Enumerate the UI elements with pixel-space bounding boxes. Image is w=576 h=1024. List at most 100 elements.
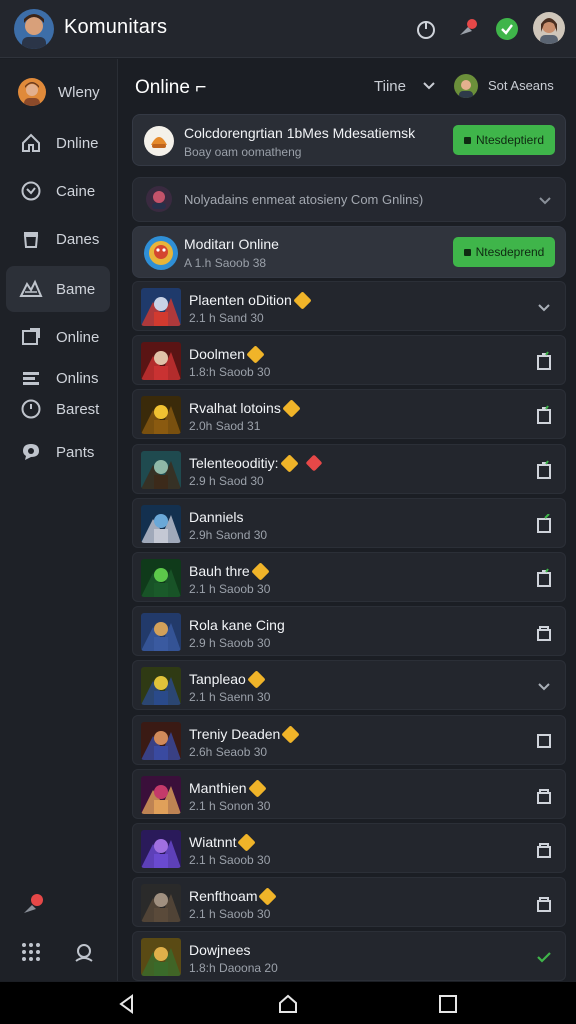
game-row[interactable]: Bauh thre 2.1 h Saoob 30	[132, 552, 566, 602]
chevron-down-icon[interactable]	[533, 296, 555, 318]
gem-icon	[247, 778, 267, 798]
back-icon[interactable]	[116, 993, 138, 1015]
featured-action-label: Ntesdeptierd	[475, 133, 545, 147]
game-name-wrap: Treniy Deaden	[189, 724, 301, 744]
sidebar-avatar	[18, 78, 46, 106]
highlight-action-button[interactable]: Ntesdeprend	[453, 237, 555, 267]
timer-icon	[18, 396, 44, 422]
chevron-down-icon[interactable]	[421, 77, 437, 98]
notification-pin-icon[interactable]	[20, 891, 46, 922]
lock-icon[interactable]	[533, 838, 555, 860]
lock-icon[interactable]	[533, 621, 555, 643]
collapsed-card[interactable]: Nolyadains enmeat atosieny Com Gnlins)	[132, 177, 566, 222]
game-row[interactable]: Doolmen 1.8:h Saoob 30	[132, 335, 566, 385]
game-row[interactable]: Plaenten oDition 2.1 h Sand 30	[132, 281, 566, 331]
gem-icon	[247, 669, 266, 689]
battery-check-icon[interactable]	[533, 513, 555, 535]
battery-icon[interactable]	[533, 350, 555, 372]
featured-card[interactable]: Colcdorengrtian 1bMes Mdesatiemsk Boay o…	[132, 114, 566, 166]
button-dot-icon	[463, 248, 471, 256]
game-meta: 2.1 h Saenn 30	[189, 690, 271, 704]
notification-icon[interactable]	[455, 16, 481, 42]
game-name-wrap: Wiatnnt	[189, 832, 257, 852]
game-icon	[18, 276, 44, 302]
sort-label[interactable]: Sot Aseans	[488, 78, 554, 93]
profile-avatar[interactable]	[533, 12, 565, 44]
featured-action-button[interactable]: Ntesdeptierd	[453, 125, 555, 155]
game-name-wrap: Bauh thre	[189, 561, 270, 581]
game-thumbnail	[141, 451, 181, 489]
game-name: Treniy Deaden	[189, 726, 281, 742]
game-row[interactable]: Wiatnnt 2.1 h Saoob 30	[132, 823, 566, 873]
button-dot-icon	[463, 136, 471, 144]
game-thumbnail	[141, 559, 181, 597]
sidebar-profile[interactable]: Wleny	[6, 69, 110, 115]
collapsed-icon	[145, 185, 173, 213]
game-thumbnail	[141, 288, 181, 326]
game-row[interactable]: Manthien 2.1 h Sonon 30	[132, 769, 566, 819]
battery-icon[interactable]	[533, 404, 555, 426]
game-row[interactable]: Rvalhat lotoins 2.0h Saod 31	[132, 389, 566, 439]
sidebar-item-danes[interactable]: Danes	[6, 216, 110, 262]
game-row[interactable]: Dowjnees 1.8:h Daoona 20	[132, 931, 566, 981]
filter-dropdown-label[interactable]: Tiine	[374, 78, 406, 95]
game-meta: 2.1 h Saoob 30	[189, 582, 271, 596]
lock-icon[interactable]	[533, 892, 555, 914]
app-title: Komunitars	[64, 16, 168, 38]
top-app-bar: Komunitars	[0, 0, 576, 58]
chevron-down-icon[interactable]	[537, 192, 553, 213]
sidebar-item-pants[interactable]: Pants	[6, 429, 110, 475]
game-row[interactable]: Treniy Deaden 2.6h Seaob 30	[132, 715, 566, 765]
game-thumbnail	[141, 884, 181, 922]
highlight-card[interactable]: Moditarı Online A 1.h Saoob 38 Ntesdepre…	[132, 226, 566, 278]
sidebar-item-online[interactable]: Online	[6, 314, 110, 360]
battery-icon[interactable]	[533, 459, 555, 481]
gem-icon	[279, 453, 299, 473]
check-badge-icon[interactable]	[494, 16, 520, 42]
game-row[interactable]: Rola kane Cing 2.9 h Saoob 30	[132, 606, 566, 656]
sidebar-item-caine[interactable]: Caine	[6, 168, 110, 214]
game-name: Danniels	[189, 509, 244, 525]
sidebar-item-bame[interactable]: Bame	[6, 266, 110, 312]
sidebar-item-dnline[interactable]: Dnline	[6, 120, 110, 166]
game-name: Plaenten oDition	[189, 292, 292, 308]
sidebar-item-barest[interactable]: Barest	[6, 386, 110, 432]
chevron-down-icon[interactable]	[533, 675, 555, 697]
sidebar-item-label: Dnline	[56, 134, 99, 152]
sidebar-item-label: Barest	[56, 400, 100, 418]
trash-icon	[18, 226, 44, 252]
game-name: Telenteooditiy:	[189, 455, 279, 471]
apps-grid-icon[interactable]	[20, 941, 42, 968]
battery-icon[interactable]	[533, 567, 555, 589]
game-row[interactable]: Tanpleao 2.1 h Saenn 30	[132, 660, 566, 710]
game-thumbnail	[141, 830, 181, 868]
game-meta: 2.0h Saod 31	[189, 419, 261, 433]
game-thumbnail	[141, 396, 181, 434]
sort-avatar[interactable]	[454, 74, 478, 98]
game-name-wrap: Manthien	[189, 778, 267, 798]
system-nav-bar	[0, 982, 576, 1024]
game-row[interactable]: Telenteooditiy: 2.9 h Saod 30	[132, 444, 566, 494]
power-icon[interactable]	[413, 16, 439, 42]
game-name: Dowjnees	[189, 942, 251, 958]
game-row[interactable]: Danniels 2.9h Saond 30	[132, 498, 566, 548]
game-thumbnail	[141, 776, 181, 814]
lock-icon[interactable]	[533, 784, 555, 806]
game-name: Manthien	[189, 780, 247, 796]
main-panel: Online ⌐ Tiine Sot Aseans Colcdorengrtia…	[119, 59, 576, 981]
sidebar: Wleny Dnline Caine Danes Bame Online Onl…	[0, 59, 118, 981]
check-icon[interactable]	[533, 946, 555, 968]
user-avatar[interactable]	[14, 9, 54, 49]
recents-icon[interactable]	[437, 993, 459, 1015]
gem-icon	[282, 398, 301, 418]
game-row[interactable]: Renfthoam 2.1 h Saoob 30	[132, 877, 566, 927]
gem-icon	[251, 561, 270, 581]
collapsed-title: Nolyadains enmeat atosieny Com Gnlins)	[184, 192, 424, 207]
square-icon[interactable]	[533, 730, 555, 752]
game-thumbnail	[141, 667, 181, 705]
support-icon[interactable]	[72, 941, 96, 970]
game-meta: 1.8:h Saoob 30	[189, 365, 271, 379]
home-nav-icon[interactable]	[277, 993, 299, 1015]
game-name-wrap: Tanpleao	[189, 669, 266, 689]
game-meta: 1.8:h Daoona 20	[189, 961, 278, 975]
